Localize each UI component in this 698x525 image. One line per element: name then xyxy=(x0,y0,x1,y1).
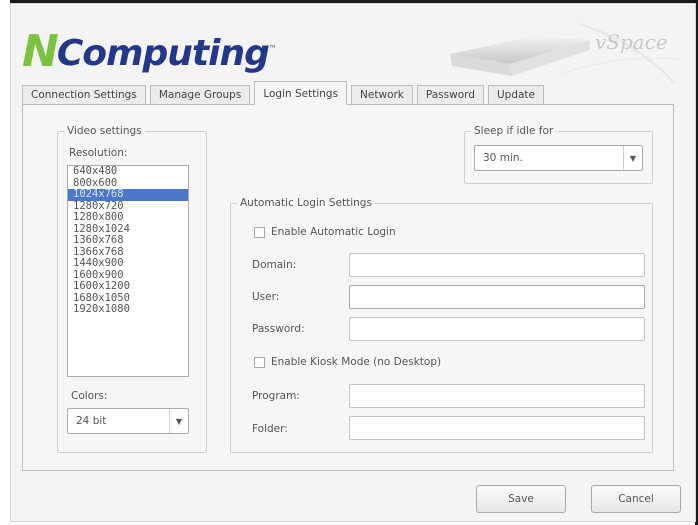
domain-label: Domain: xyxy=(252,259,297,271)
tab-update[interactable]: Update xyxy=(487,85,544,104)
enable-kiosk-mode-label: Enable Kiosk Mode (no Desktop) xyxy=(271,356,442,368)
folder-input[interactable] xyxy=(349,416,645,440)
resolution-option[interactable]: 1600x1200 xyxy=(68,280,188,293)
save-button[interactable]: Save xyxy=(476,485,566,513)
ncomputing-logo: N Computing ™ xyxy=(22,14,277,74)
resolution-listbox[interactable]: 640x480 800x600 1024x768 1280x720 1280x800 12… xyxy=(67,165,189,377)
tab-manage-groups[interactable]: Manage Groups xyxy=(149,85,251,104)
password-input[interactable] xyxy=(349,317,645,341)
checkbox-box[interactable] xyxy=(254,356,265,368)
program-label: Program: xyxy=(252,390,300,402)
tab-password[interactable]: Password xyxy=(416,85,484,104)
video-settings-legend: Video settings xyxy=(67,125,142,137)
resolution-option[interactable]: 1024x768 xyxy=(68,188,188,201)
resolution-option[interactable]: 1280x800 xyxy=(68,211,188,224)
tab-login-settings[interactable]: Login Settings xyxy=(254,81,348,105)
enable-automatic-login-checkbox[interactable]: Enable Automatic Login xyxy=(254,226,396,238)
user-input[interactable] xyxy=(349,285,645,309)
login-settings-panel: Video settings Resolution: 640x480 800x60… xyxy=(22,104,674,471)
automatic-login-legend: Automatic Login Settings xyxy=(240,197,372,209)
tab-connection-settings[interactable]: Connection Settings xyxy=(22,85,146,104)
program-input[interactable] xyxy=(349,384,645,408)
cancel-button[interactable]: Cancel xyxy=(591,485,681,513)
checkbox-box[interactable] xyxy=(254,226,265,238)
tab-bar: Connection Settings Manage Groups Login … xyxy=(22,80,548,105)
resolution-option[interactable]: 640x480 xyxy=(68,166,188,178)
chevron-down-icon: ▼ xyxy=(623,146,642,170)
resolution-option[interactable]: 1440x900 xyxy=(68,257,188,270)
colors-label: Colors: xyxy=(71,390,108,402)
resolution-option[interactable]: 1920x1080 xyxy=(68,303,188,316)
logo-n: N xyxy=(22,26,59,77)
enable-automatic-login-label: Enable Automatic Login xyxy=(271,226,396,238)
enable-kiosk-mode-checkbox[interactable]: Enable Kiosk Mode (no Desktop) xyxy=(254,356,441,368)
sleep-value: 30 min. xyxy=(483,152,523,164)
resolution-option[interactable]: 1360x768 xyxy=(68,234,188,247)
logo-text: Computing xyxy=(56,33,270,74)
domain-input[interactable] xyxy=(349,253,645,277)
logo-trademark: ™ xyxy=(268,44,277,53)
sleep-legend: Sleep if idle for xyxy=(474,125,554,137)
folder-label: Folder: xyxy=(252,423,288,435)
password-label: Password: xyxy=(252,323,305,335)
user-label: User: xyxy=(252,291,280,303)
colors-value: 24 bit xyxy=(76,415,107,427)
tab-network[interactable]: Network xyxy=(351,85,413,104)
vspace-label: vSpace xyxy=(595,30,668,54)
colors-select[interactable]: 24 bit ▼ xyxy=(67,408,189,434)
chevron-down-icon: ▼ xyxy=(169,409,188,433)
sleep-select[interactable]: 30 min. ▼ xyxy=(474,145,643,171)
resolution-label: Resolution: xyxy=(69,147,128,159)
